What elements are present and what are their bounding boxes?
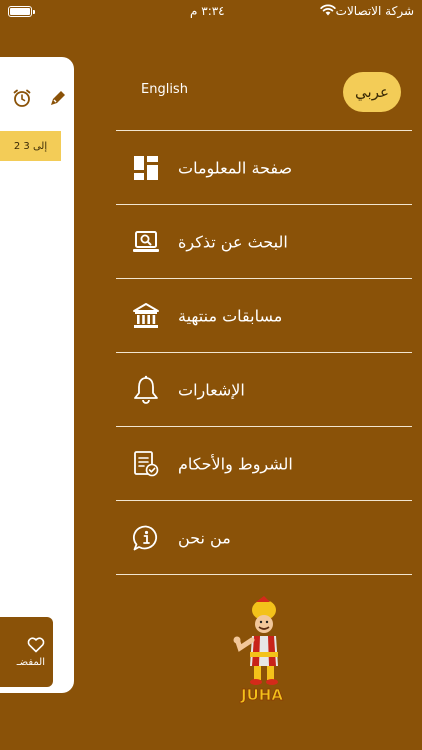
favorites-label: المفضـ [16, 656, 45, 668]
favorites-tab[interactable]: المفضـ [0, 617, 53, 687]
battery-icon [8, 6, 35, 17]
menu-item-label: الشروط والأحكام [178, 454, 293, 473]
menu-item-label: الإشعارات [178, 380, 245, 399]
menu-item-info-page[interactable]: صفحة المعلومات [116, 131, 412, 204]
menu-item-label: صفحة المعلومات [178, 158, 293, 177]
juha-logo: JUHA [233, 596, 284, 704]
dashboard-grid-icon [130, 152, 162, 184]
search-laptop-icon [130, 226, 162, 258]
bank-building-icon [130, 300, 162, 332]
menu-item-label: من نحن [178, 528, 231, 547]
logo-text: JUHA [240, 686, 283, 704]
side-menu: صفحة المعلومات البحث عن تذكرة مسابقات من… [116, 130, 412, 575]
menu-divider [116, 574, 412, 575]
status-bar: ٣:٣٤ م شركة الاتصالات [0, 0, 422, 22]
page-range-badge: 2 إلى 3 [0, 131, 61, 161]
language-arabic-button[interactable]: عربي [343, 72, 401, 112]
alarm-clock-icon[interactable] [12, 88, 32, 108]
edit-pin-icon[interactable] [48, 88, 68, 108]
status-time: ٣:٣٤ م [190, 4, 225, 18]
bell-icon [130, 374, 162, 406]
menu-item-about[interactable]: من نحن [116, 501, 412, 574]
menu-item-notifications[interactable]: الإشعارات [116, 353, 412, 426]
menu-item-label: مسابقات منتهية [178, 306, 283, 325]
wifi-icon [320, 4, 336, 16]
menu-item-label: البحث عن تذكرة [178, 232, 288, 251]
language-english-button[interactable]: English [141, 82, 188, 97]
document-check-icon [130, 448, 162, 480]
heart-icon [27, 636, 45, 652]
info-chat-icon [130, 522, 162, 554]
menu-item-ended-contests[interactable]: مسابقات منتهية [116, 279, 412, 352]
carrier-name: شركة الاتصالات [335, 4, 414, 18]
menu-item-terms[interactable]: الشروط والأحكام [116, 427, 412, 500]
menu-item-search-ticket[interactable]: البحث عن تذكرة [116, 205, 412, 278]
